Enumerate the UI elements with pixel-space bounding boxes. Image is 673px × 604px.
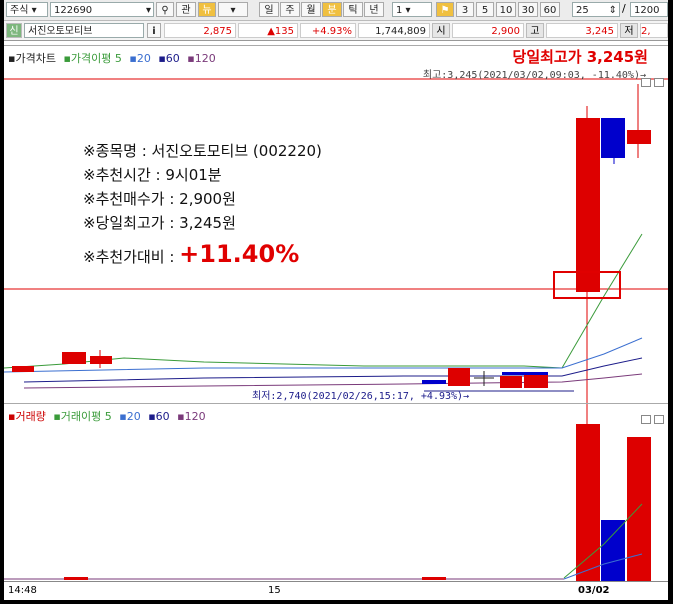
xaxis-label: 15 (268, 585, 281, 596)
price-chart-panel[interactable]: ▪가격차트 ▪가격이평 5 ▪20 ▪60 ▪120 당일최고가 3,245원 … (4, 45, 668, 403)
candle-big (576, 118, 600, 292)
minute-60[interactable]: 60 (540, 2, 560, 17)
count-field[interactable]: 25 ⇕ (572, 2, 620, 17)
xaxis-label: 03/02 (578, 585, 610, 596)
legend-volume[interactable]: ▪거래량 (8, 410, 46, 423)
volume-chart-canvas[interactable] (4, 404, 668, 582)
time-axis: 14:48 15 03/02 (4, 581, 668, 600)
candle-big (601, 118, 625, 158)
volume-bar (601, 520, 625, 582)
period-minute[interactable]: 분 (322, 2, 342, 17)
slash-separator: / (622, 2, 626, 15)
low-marker-label: 최저:2,740(2021/02/26,15:17, +4.93%)→ (252, 391, 470, 402)
candle (12, 366, 34, 372)
annotation-stock-name: ※종목명 : 서진오토모티브 (002220) (83, 142, 322, 160)
pin-button[interactable]: ⚑ (436, 2, 454, 17)
minute-30[interactable]: 30 (518, 2, 538, 17)
interval-select[interactable]: 1 ▾ (392, 2, 432, 17)
candle (502, 372, 548, 375)
toolbar: 주식 ▾ 122690 ▾ ⚲ 관 뉴 ▾ 일 주 월 분 틱 년 1 ▾ ⚑ 3… (4, 0, 668, 21)
annotation-time: ※추천시간 : 9시01분 (83, 166, 222, 184)
legend-ma60[interactable]: ▪60 (158, 52, 179, 65)
chart-window: 주식 ▾ 122690 ▾ ⚲ 관 뉴 ▾ 일 주 월 분 틱 년 1 ▾ ⚑ 3… (4, 0, 668, 600)
xaxis-label: 14:48 (8, 585, 37, 596)
stock-name: 서진오토모티브 (24, 23, 144, 38)
minute-10[interactable]: 10 (496, 2, 516, 17)
legend-ma20[interactable]: ▪20 (129, 52, 150, 65)
period-month[interactable]: 월 (301, 2, 321, 17)
candle (448, 368, 470, 386)
legend-vol-ma60[interactable]: ▪60 (148, 410, 169, 423)
legend-vol-ma120[interactable]: ▪120 (177, 410, 205, 423)
last-price: 2,875 (164, 23, 236, 38)
gwan-button[interactable]: 관 (176, 2, 196, 17)
high-marker-label: 최고:3,245(2021/03/02,09:03, -11.40%)→ (422, 70, 646, 81)
legend-price[interactable]: ▪가격차트 (8, 52, 56, 65)
volume-bar (422, 577, 446, 580)
candle (500, 376, 522, 388)
annotation-vs-recommend: ※추천가대비 : +11.40% (83, 240, 299, 268)
candle (62, 352, 86, 364)
candle-big (627, 130, 651, 144)
period-day[interactable]: 일 (259, 2, 279, 17)
headline-high: 당일최고가 3,245원 (512, 48, 648, 66)
high-price: 3,245 (546, 23, 618, 38)
candle (422, 380, 446, 384)
high-label: 고 (526, 23, 544, 38)
price-change: ▲135 (238, 23, 298, 38)
volume-value: 1,744,809 (358, 23, 430, 38)
close-icon[interactable] (654, 415, 664, 424)
volume-legend: ▪거래량 ▪거래이평 5 ▪20 ▪60 ▪120 (8, 408, 210, 424)
period-week[interactable]: 주 (280, 2, 300, 17)
minute-5[interactable]: 5 (476, 2, 494, 17)
search-icon: ⚲ (161, 5, 169, 16)
annotation-day-high: ※당일최고가 : 3,245원 (83, 214, 236, 232)
legend-ma5[interactable]: ▪가격이평 5 (63, 52, 121, 65)
market-select[interactable]: 주식 ▾ (6, 2, 48, 17)
quote-bar: 신 서진오토모티브 i 2,875 ▲135 +4.93% 1,744,809 … (4, 21, 668, 41)
legend-vol-ma5[interactable]: ▪거래이평 5 (53, 410, 111, 423)
news-button[interactable]: 뉴 (198, 2, 216, 17)
annotation-vs-label: ※추천가대비 : (83, 248, 180, 266)
legend-ma120[interactable]: ▪120 (187, 52, 215, 65)
annotation-buy-price: ※추천매수가 : 2,900원 (83, 190, 236, 208)
minute-3[interactable]: 3 (456, 2, 474, 17)
total-field[interactable]: 1200 (630, 2, 668, 17)
price-legend: ▪가격차트 ▪가격이평 5 ▪20 ▪60 ▪120 (8, 50, 220, 66)
pin-icon: ⚑ (440, 5, 450, 16)
minimize-icon[interactable] (641, 415, 651, 424)
period-year[interactable]: 년 (364, 2, 384, 17)
search-button[interactable]: ⚲ (156, 2, 174, 17)
volume-bar (627, 437, 651, 582)
stock-code-field[interactable]: 122690 ▾ (50, 2, 154, 17)
period-tick[interactable]: 틱 (343, 2, 363, 17)
low-label: 저 (620, 23, 638, 38)
candle (90, 356, 112, 364)
close-icon[interactable] (654, 78, 664, 87)
volume-bar (576, 424, 600, 582)
info-button[interactable]: i (147, 23, 161, 38)
low-price: 2, (640, 23, 668, 38)
chevron-down-icon: ▾ (230, 5, 236, 16)
annotation-gain-value: +11.40% (179, 240, 300, 268)
legend-vol-ma20[interactable]: ▪20 (119, 410, 140, 423)
panel-controls (638, 409, 664, 428)
credit-badge: 신 (6, 23, 22, 38)
settings-dropdown[interactable]: ▾ (218, 2, 248, 17)
volume-bar (64, 577, 88, 580)
dropdown-icon[interactable]: ▾ (146, 3, 151, 16)
change-rate: +4.93% (300, 23, 356, 38)
open-price: 2,900 (452, 23, 524, 38)
stepper-icon[interactable]: ⇕ (609, 3, 617, 16)
open-label: 시 (432, 23, 450, 38)
volume-chart-panel[interactable]: ▪거래량 ▪거래이평 5 ▪20 ▪60 ▪120 (4, 403, 668, 582)
